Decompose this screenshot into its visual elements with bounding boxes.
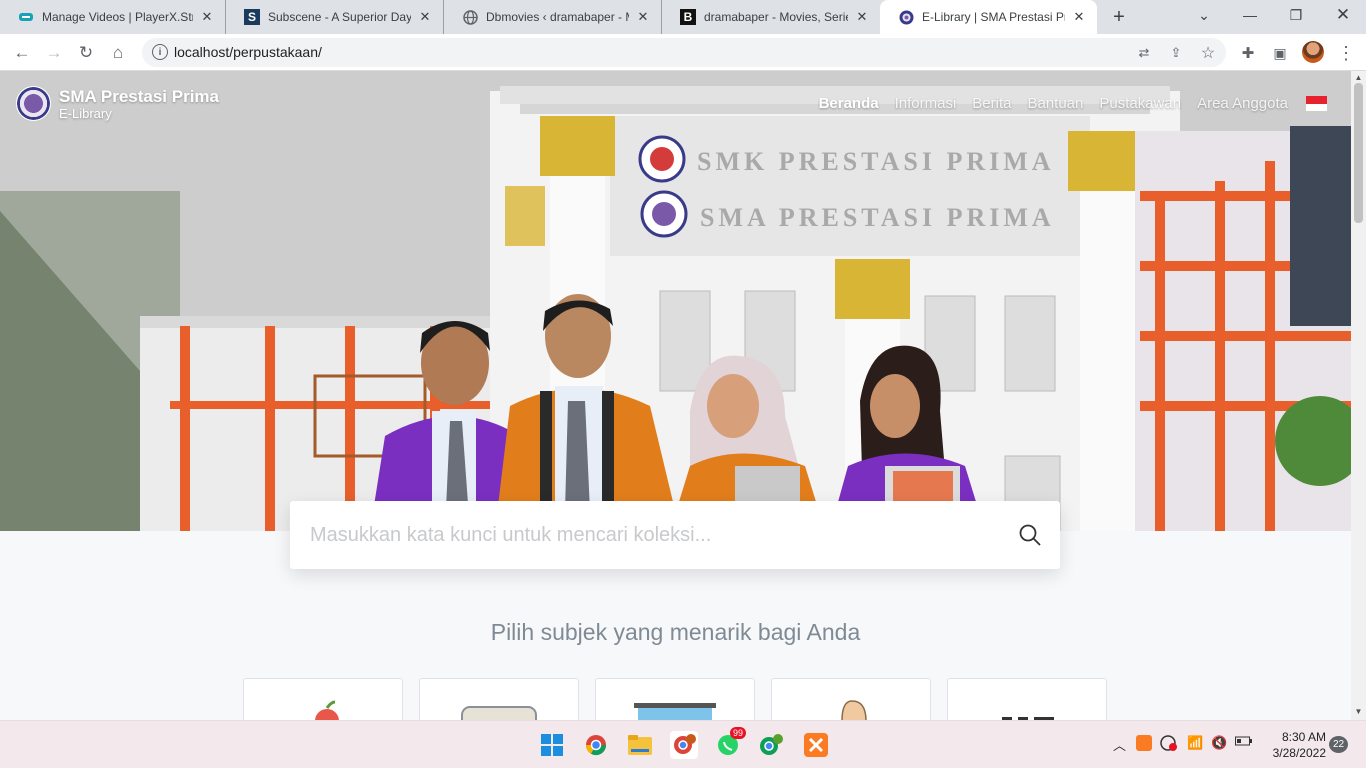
brand-subtitle: E-Library bbox=[59, 105, 112, 121]
scroll-thumb[interactable] bbox=[1354, 83, 1363, 223]
tab-subscene[interactable]: S Subscene - A Superior Day (U ✕ bbox=[226, 0, 444, 34]
tray-overflow-icon[interactable]: ︿ bbox=[1113, 735, 1126, 754]
address-bar[interactable]: i localhost/perpustakaan/ ⇄ ⇪ ☆ bbox=[142, 38, 1226, 67]
back-icon[interactable]: ← bbox=[9, 40, 35, 66]
minimize-icon[interactable]: — bbox=[1227, 0, 1273, 30]
indonesia-flag-icon[interactable] bbox=[1306, 96, 1327, 111]
school-favicon bbox=[898, 9, 914, 25]
nav-beranda[interactable]: Beranda bbox=[819, 95, 879, 112]
site-brand[interactable]: SMA Prestasi Prima E-Library bbox=[16, 86, 219, 121]
xampp-tray-icon[interactable] bbox=[1136, 735, 1152, 754]
feather-quill-icon bbox=[841, 700, 867, 720]
xampp-icon[interactable] bbox=[802, 731, 830, 759]
subject-card[interactable] bbox=[595, 678, 755, 720]
home-icon[interactable]: ⌂ bbox=[105, 40, 131, 66]
subject-heading: Pilih subjek yang menarik bagi Anda bbox=[490, 619, 861, 645]
close-tab-icon[interactable]: ✕ bbox=[635, 9, 651, 25]
scroll-up-icon[interactable]: ▲ bbox=[1354, 73, 1363, 82]
main-nav: Beranda Informasi Berita Bantuan Pustaka… bbox=[819, 95, 1327, 112]
whatsapp-icon[interactable]: 99 bbox=[714, 727, 747, 759]
forward-icon[interactable]: → bbox=[41, 40, 67, 66]
nav-informasi[interactable]: Informasi bbox=[895, 95, 957, 112]
scroll-icon bbox=[461, 706, 537, 720]
close-tab-icon[interactable]: ✕ bbox=[1071, 9, 1087, 25]
subject-card[interactable] bbox=[243, 678, 403, 720]
page-scrollbar[interactable]: ▲ ▼ bbox=[1351, 71, 1366, 720]
hero-banner: SMK PRESTASI PRIMA SMA PRESTASI PRIMA SM… bbox=[0, 71, 1351, 531]
translate-icon[interactable]: ⇄ bbox=[1135, 44, 1153, 62]
chrome-icon[interactable] bbox=[582, 731, 610, 759]
tab-title: dramabaper - Movies, Series bbox=[704, 10, 848, 24]
nav-berita[interactable]: Berita bbox=[972, 95, 1011, 112]
reload-icon[interactable]: ↻ bbox=[73, 40, 99, 66]
search-input[interactable] bbox=[310, 519, 990, 551]
hero-photo bbox=[0, 71, 1351, 531]
search-box bbox=[290, 501, 1060, 569]
abacus-icon bbox=[1002, 717, 1054, 720]
file-explorer-icon[interactable] bbox=[626, 731, 654, 759]
wifi-icon[interactable]: 📶 bbox=[1187, 735, 1203, 751]
new-tab-icon[interactable]: + bbox=[1108, 6, 1130, 28]
tab-elibrary[interactable]: E-Library | SMA Prestasi Prim ✕ bbox=[880, 0, 1097, 34]
notification-count-badge[interactable]: 22 bbox=[1329, 736, 1348, 753]
bookmark-star-icon[interactable]: ☆ bbox=[1199, 44, 1217, 62]
close-tab-icon[interactable]: ✕ bbox=[417, 9, 433, 25]
side-panel-icon[interactable]: ▣ bbox=[1267, 40, 1293, 66]
windows-start-icon[interactable] bbox=[538, 731, 566, 759]
tab-playerx[interactable]: Manage Videos | PlayerX.Stre ✕ bbox=[0, 0, 226, 34]
close-tab-icon[interactable]: ✕ bbox=[199, 9, 215, 25]
nav-area-anggota[interactable]: Area Anggota bbox=[1197, 95, 1288, 112]
tab-dramabaper[interactable]: B dramabaper - Movies, Series ✕ bbox=[662, 0, 880, 34]
nav-pustakawan[interactable]: Pustakawan bbox=[1099, 95, 1181, 112]
share-icon[interactable]: ⇪ bbox=[1167, 44, 1185, 62]
chrome-profile-icon[interactable] bbox=[670, 731, 698, 759]
network-error-icon[interactable] bbox=[1160, 735, 1178, 754]
subject-card[interactable] bbox=[947, 678, 1107, 720]
search-icon[interactable] bbox=[1018, 523, 1042, 547]
playerx-favicon bbox=[18, 9, 34, 25]
tab-title: E-Library | SMA Prestasi Prim bbox=[922, 10, 1065, 24]
scroll-down-icon[interactable]: ▼ bbox=[1354, 707, 1363, 716]
extensions-puzzle-icon[interactable]: ✚ bbox=[1235, 40, 1261, 66]
menu-kebab-icon[interactable]: ⋮ bbox=[1333, 40, 1359, 66]
globe-favicon bbox=[462, 9, 478, 25]
system-clock[interactable]: 8:30 AM 3/28/2022 bbox=[1260, 729, 1326, 761]
nav-bantuan[interactable]: Bantuan bbox=[1027, 95, 1083, 112]
school-logo bbox=[16, 86, 51, 121]
close-tab-icon[interactable]: ✕ bbox=[854, 9, 870, 25]
subject-card[interactable] bbox=[419, 678, 579, 720]
tab-title: Subscene - A Superior Day (U bbox=[268, 10, 411, 24]
clock-date: 3/28/2022 bbox=[1272, 746, 1326, 760]
tab-title: Dbmovies ‹ dramabaper - Mo bbox=[486, 10, 629, 24]
hero-sign-sma: SMA PRESTASI PRIMA bbox=[700, 203, 1055, 232]
whatsapp-badge: 99 bbox=[730, 727, 747, 739]
chrome-profile-p-icon[interactable] bbox=[758, 731, 786, 759]
subject-card[interactable] bbox=[771, 678, 931, 720]
clock-time: 8:30 AM bbox=[1281, 730, 1326, 744]
restore-icon[interactable]: ❐ bbox=[1273, 0, 1319, 30]
battery-icon[interactable] bbox=[1235, 735, 1253, 750]
site-info-icon[interactable]: i bbox=[152, 44, 168, 60]
projector-screen-icon bbox=[634, 703, 716, 720]
brand-name: SMA Prestasi Prima bbox=[59, 86, 219, 106]
speaker-muted-icon[interactable]: 🔇 bbox=[1211, 735, 1227, 751]
tab-title: Manage Videos | PlayerX.Stre bbox=[42, 10, 193, 24]
tab-dbmovies[interactable]: Dbmovies ‹ dramabaper - Mo ✕ bbox=[444, 0, 662, 34]
windows-taskbar: 99 ︿ 📶 🔇 8:30 AM 3/28/2022 22 bbox=[0, 720, 1366, 768]
browser-toolbar: ← → ↻ ⌂ i localhost/perpustakaan/ ⇄ ⇪ ☆ … bbox=[0, 34, 1366, 71]
close-window-icon[interactable]: ✕ bbox=[1320, 0, 1366, 30]
hero-sign-smk: SMK PRESTASI PRIMA bbox=[697, 147, 1055, 176]
tab-search-icon[interactable]: ⌄ bbox=[1181, 0, 1227, 30]
web-page: SMK PRESTASI PRIMA SMA PRESTASI PRIMA SM… bbox=[0, 71, 1351, 720]
subscene-favicon: S bbox=[244, 9, 260, 25]
url-text[interactable]: localhost/perpustakaan/ bbox=[174, 44, 322, 60]
tab-strip: Manage Videos | PlayerX.Stre ✕ S Subscen… bbox=[0, 0, 1366, 34]
apple-icon bbox=[315, 700, 339, 720]
profile-avatar[interactable] bbox=[1302, 41, 1324, 63]
blogger-b-favicon: B bbox=[680, 9, 696, 25]
